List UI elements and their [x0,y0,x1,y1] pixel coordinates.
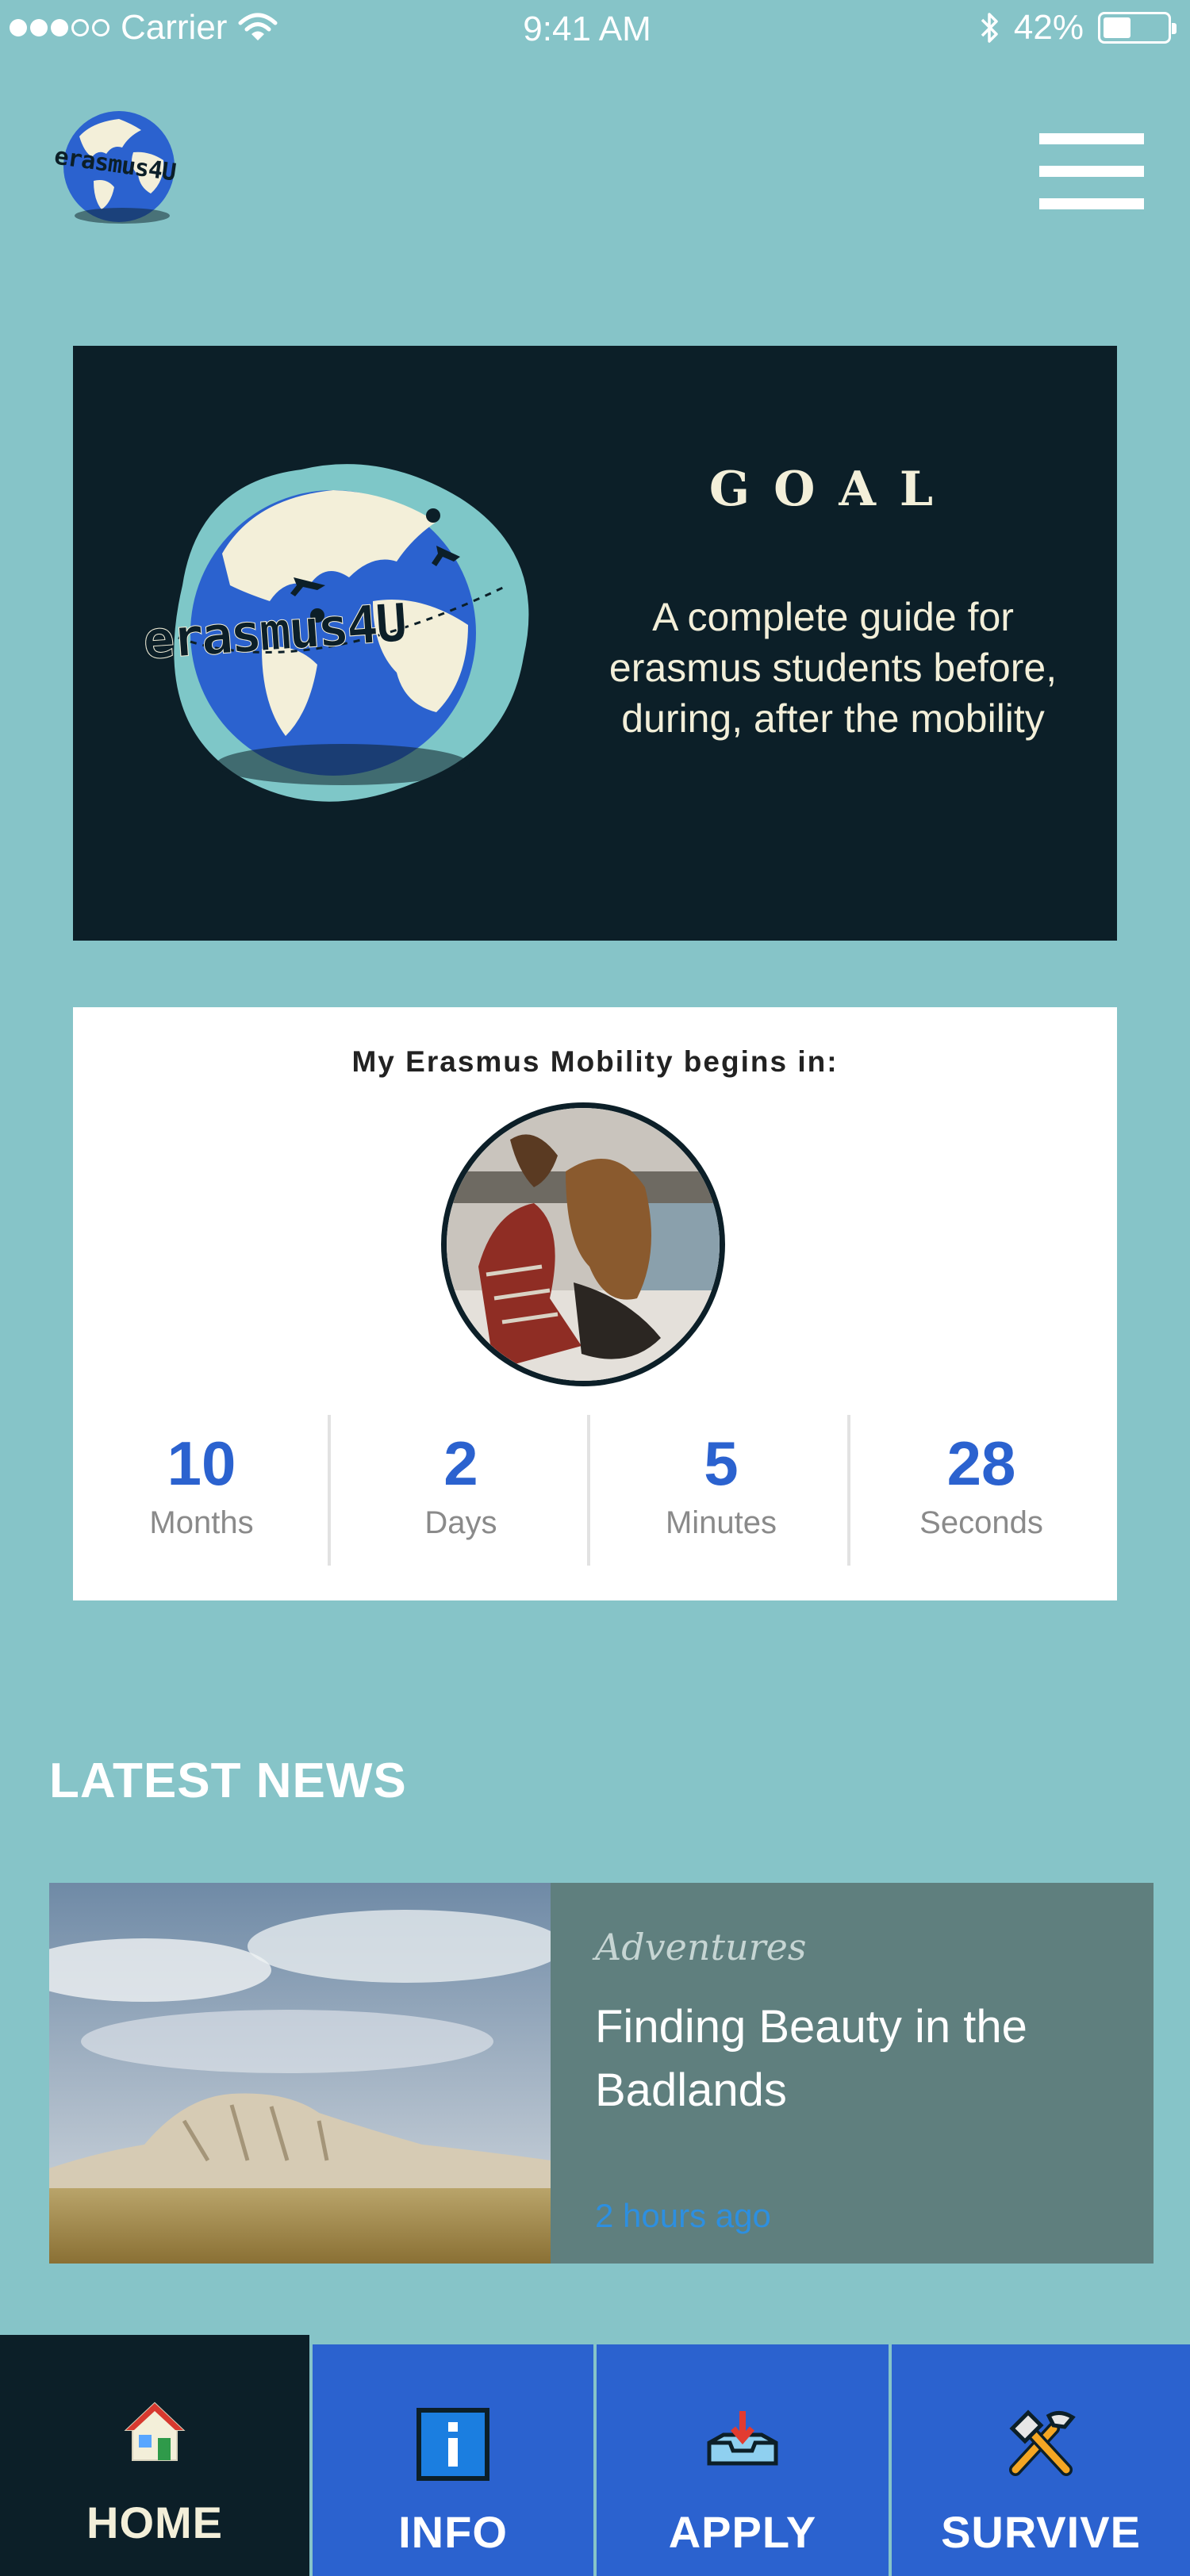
countdown-label: Minutes [665,1505,777,1540]
countdown-value: 10 [167,1428,236,1498]
tab-apply[interactable]: APPLY [597,2344,889,2576]
tab-label: INFO [398,2507,508,2557]
tools-icon [892,2408,1190,2487]
avatar [441,1102,725,1386]
bluetooth-icon [981,13,998,43]
countdown-divider [847,1415,850,1566]
countdown-title: My Erasmus Mobility begins in: [351,1045,839,1078]
countdown-divider [328,1415,331,1566]
countdown-value: 5 [704,1428,739,1498]
news-title[interactable]: Finding Beauty in the Badlands [595,1995,1039,2122]
status-right: 42% [979,8,1177,48]
news-heading: LATEST NEWS [49,1754,407,1808]
countdown-label: Days [424,1505,497,1540]
battery-percent: 42% [1013,8,1084,47]
info-icon [313,2408,593,2487]
badlands-photo [49,1883,551,2264]
header-logo[interactable]: erasmus4U [46,105,197,228]
tab-home[interactable]: HOME [0,2335,309,2576]
news-category[interactable]: Adventures [595,1926,806,1968]
countdown-seconds: 28 Seconds [862,1428,1100,1541]
news-image[interactable] [49,1883,551,2264]
inbox-icon [597,2408,889,2487]
battery-icon [1098,12,1177,44]
tab-survive[interactable]: SURVIVE [892,2344,1190,2576]
goal-description: A complete guide for erasmus students be… [608,595,1058,741]
tab-label: APPLY [668,2507,817,2557]
countdown-value: 28 [946,1428,1016,1498]
goal-logo: erasmus4U [135,450,547,812]
countdown-months: 10 Months [83,1428,321,1541]
goal-title: GOAL [708,462,958,517]
countdown-label: Seconds [919,1505,1043,1540]
student-photo [447,1108,720,1381]
countdown-days: 2 Days [342,1428,580,1541]
status-bar: Carrier 9:41 AM 42% [0,0,1190,60]
tab-info[interactable]: INFO [313,2344,593,2576]
tab-label: SURVIVE [941,2507,1141,2557]
home-icon [0,2398,309,2478]
hamburger-menu-icon[interactable] [1039,133,1144,209]
news-timestamp: 2 hours ago [595,2197,771,2234]
countdown-minutes: 5 Minutes [602,1428,840,1541]
tab-label: HOME [86,2497,223,2547]
countdown-label: Months [149,1505,254,1540]
countdown-divider [587,1415,590,1566]
countdown-value: 2 [443,1428,478,1498]
